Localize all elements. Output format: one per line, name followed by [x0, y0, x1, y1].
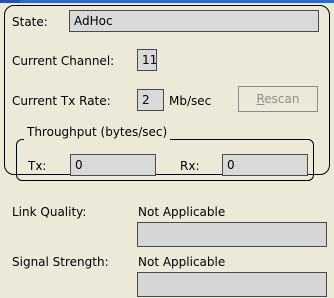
signal-strength-value: Not Applicable [138, 255, 226, 269]
rescan-button[interactable]: Rescan [238, 86, 318, 112]
throughput-title: Throughput (bytes/sec) [24, 124, 171, 140]
state-field: AdHoc [69, 10, 319, 32]
link-quality-label: Link Quality: [12, 205, 87, 219]
link-quality-bar [137, 222, 327, 247]
current-tx-rate-label: Current Tx Rate: [12, 94, 111, 108]
tx-rate-unit: Mb/sec [169, 94, 212, 108]
current-channel-label: Current Channel: [12, 54, 115, 68]
tx-rate-field: 2 [137, 89, 164, 111]
tx-throughput-field: 0 [70, 154, 156, 176]
signal-strength-bar [137, 272, 327, 297]
channel-field: 11 [137, 49, 157, 71]
window-top-bar [0, 0, 334, 3]
link-quality-value: Not Applicable [138, 205, 226, 219]
rx-throughput-field: 0 [222, 154, 308, 176]
rescan-label: escan [264, 92, 300, 106]
signal-strength-label: Signal Strength: [12, 255, 109, 269]
top-bar-accent [0, 0, 20, 3]
rx-label: Rx: [180, 159, 200, 173]
tx-label: Tx: [28, 159, 47, 173]
state-label: State: [12, 15, 48, 29]
